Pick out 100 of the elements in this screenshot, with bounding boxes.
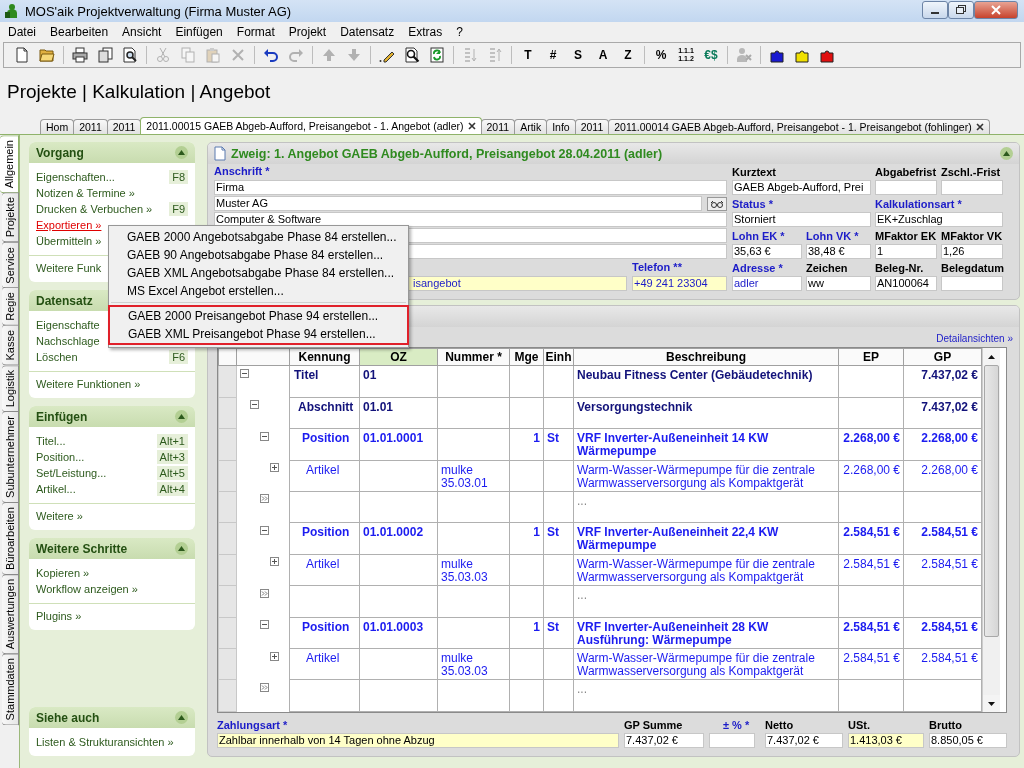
sidebar-link[interactable]: Workflow anzeigen » [36,583,138,595]
toolbar-button[interactable]: A [592,44,614,66]
document-tab[interactable]: Artik [514,119,548,134]
menu-item[interactable]: Extras [401,24,450,39]
more-icon[interactable] [260,588,269,598]
input-field[interactable]: GAEB Abgeb-Aufford, Prei [732,180,871,195]
sidebar-link[interactable]: Übermitteln » [36,235,102,247]
context-menu[interactable] [108,225,409,348]
scrollbar-thumb[interactable] [984,365,999,637]
column-header[interactable]: Mge [509,348,544,366]
toolbar-button[interactable]: T [517,44,539,66]
input-field[interactable]: 7.437,02 € [624,733,704,748]
menu-item[interactable]: Bearbeiten [43,24,116,39]
collapse-button[interactable] [175,542,188,555]
input-field[interactable]: 1.413,03 € [848,733,924,748]
input-field[interactable]: Computer & Software [214,212,727,227]
document-tab[interactable]: Hom [40,119,75,134]
column-header[interactable]: Beschreibung [573,348,839,366]
menu-item[interactable]: Ansicht [115,24,169,39]
collapse-icon[interactable] [260,431,269,441]
side-tab[interactable]: Stammdaten [2,653,19,726]
input-field[interactable]: Storniert [732,212,871,227]
collapse-icon[interactable] [250,400,259,410]
column-header[interactable]: GP [903,348,982,366]
side-tab[interactable]: Büroarbeiten [2,501,19,575]
more-icon[interactable] [260,682,269,692]
input-field[interactable]: 35,63 € [732,244,802,259]
column-header[interactable]: OZ [359,348,438,366]
input-field[interactable]: adler [732,276,802,291]
collapse-button[interactable] [175,711,188,724]
expand-icon[interactable] [270,651,279,661]
close-button[interactable] [974,0,1018,19]
lookup-button[interactable] [707,196,727,211]
toolbar-button[interactable]: €$ [700,44,722,66]
input-field[interactable]: 7.437,02 € [765,733,843,748]
expand-icon[interactable] [270,463,279,472]
menu-item[interactable]: Datei [1,24,43,39]
sidebar-link[interactable]: Weitere Funk [36,262,102,274]
sidebar-link[interactable]: Artikel... [36,483,76,495]
menu-item[interactable]: Einfügen [168,24,230,39]
collapse-icon[interactable] [240,369,249,379]
sidebar-link[interactable]: Löschen [36,351,78,363]
menu-item[interactable]: Format [229,24,282,39]
input-field[interactable]: 1 [875,244,937,259]
input-field[interactable]: Zahlbar innerhalb von 14 Tagen ohne Abzug [217,733,619,748]
minimize-button[interactable] [922,0,948,19]
sidebar-link[interactable]: Exportieren » [36,219,102,231]
collapse-button[interactable] [175,410,188,423]
side-tab[interactable]: Service [2,241,19,289]
side-tab[interactable]: Kasse [2,325,19,366]
column-header[interactable]: Nummer * [437,348,510,366]
input-field[interactable]: AN100064 [875,276,937,291]
scroll-down-button[interactable] [983,695,1000,712]
sidebar-link[interactable]: Weitere Funktionen » [36,378,141,390]
sidebar-link[interactable]: Set/Leistung... [36,467,107,479]
input-field[interactable] [875,180,937,195]
side-tab[interactable]: Logistik [2,364,19,412]
input-field[interactable]: ww [806,276,871,291]
menu-item[interactable]: GAEB 2000 Preisangebot Phase 94 erstellen... [110,307,407,325]
puzzle-icon[interactable] [794,47,810,63]
document-tab[interactable]: 2011.00014 GAEB Abgeb-Aufford, Preisangebot - 1. Preisangebot (fohlinger) [608,119,990,134]
sidebar-link[interactable]: Nachschlage [36,335,100,347]
column-header[interactable]: Einh [543,348,574,366]
toolbar-button[interactable]: % [650,44,672,66]
document-tab[interactable]: 2011 [106,119,142,134]
collapse-icon[interactable] [260,525,269,535]
maximize-button[interactable] [948,0,974,19]
printer-button[interactable] [69,44,91,66]
input-field[interactable]: Muster AG [214,196,702,211]
toolbar-button[interactable]: Z [617,44,639,66]
puzzle-icon[interactable] [819,47,835,63]
document-tab[interactable]: 2011.00015 GAEB Abgeb-Aufford, Preisangebot - 1. Angebot (adler) [140,117,482,134]
link[interactable]: Detailansichten » [936,333,1013,344]
menu-item[interactable]: ? [449,24,470,39]
sidebar-link[interactable]: Plugins » [36,610,82,622]
collapse-icon[interactable] [260,620,269,630]
close-icon[interactable] [467,122,476,130]
document-tab[interactable]: 2011 [73,119,108,134]
side-tab[interactable]: Regie [2,287,19,327]
sidebar-link[interactable]: Titel... [36,435,66,447]
input-field[interactable]: +49 241 23304 [632,276,727,291]
close-icon[interactable] [975,123,984,131]
sidebar-link[interactable]: Weitere » [36,510,83,522]
collapse-button[interactable] [175,146,188,159]
column-header[interactable]: EP [838,348,904,366]
collapse-button[interactable] [1000,147,1013,160]
menu-item[interactable]: GAEB 90 Angebotsabgabe Phase 84 erstellen... [109,246,408,264]
input-field[interactable] [941,180,1003,195]
side-tab[interactable]: Auswertungen [2,573,19,655]
menu-item[interactable]: Projekt [281,24,334,39]
sidebar-link[interactable]: Eigenschafte [36,319,100,331]
document-tab[interactable]: 2011 [574,119,610,134]
menu-item[interactable]: Datensatz [333,24,402,39]
side-tab[interactable]: Subunternehmer [2,411,19,503]
menu-item[interactable]: GAEB 2000 Angebotsabgabe Phase 84 erstellen... [109,228,408,246]
document-tab[interactable]: Info [546,119,576,134]
expand-icon[interactable] [270,557,279,567]
input-field[interactable]: Firma [214,180,727,195]
side-tab[interactable]: Allgemein [0,135,19,194]
menu-item[interactable]: GAEB XML Preisangebot Phase 94 erstellen... [110,325,407,343]
